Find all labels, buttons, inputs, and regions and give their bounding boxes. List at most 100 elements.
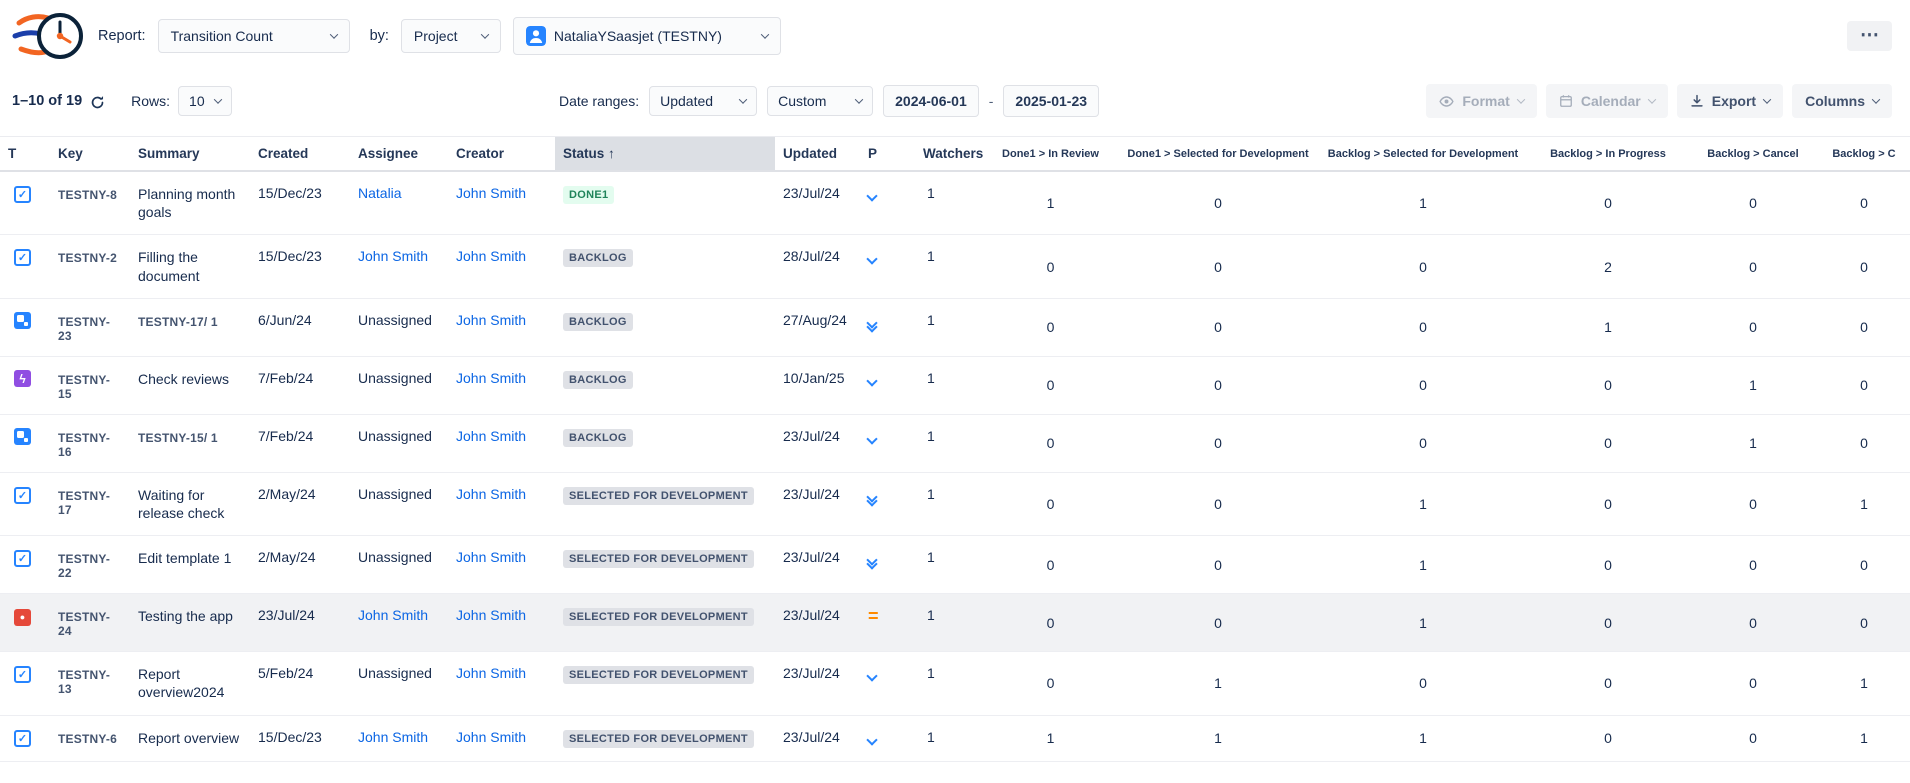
- transition-count: 1: [1318, 171, 1528, 235]
- priority-low-icon: [868, 253, 876, 263]
- status-badge: SELECTED FOR DEVELOPMENT: [563, 730, 754, 748]
- transition-count: 0: [1318, 298, 1528, 356]
- table-row[interactable]: ✓TESTNY-17Waiting for release check2/May…: [0, 472, 1910, 535]
- report-type-value: Transition Count: [171, 28, 273, 44]
- assignee-link[interactable]: John Smith: [350, 715, 448, 761]
- issue-key[interactable]: TESTNY-16: [50, 414, 130, 472]
- project-value: NataliaYSaasjet (TESTNY): [554, 28, 722, 44]
- priority-lowest-icon: [868, 317, 876, 331]
- table-row[interactable]: ✓TESTNY-13Report overview20245/Feb/24Una…: [0, 652, 1910, 715]
- column-header[interactable]: Creator: [448, 137, 555, 172]
- columns-button[interactable]: Columns: [1792, 84, 1892, 118]
- column-header[interactable]: Backlog > Selected for Development: [1318, 137, 1528, 172]
- creator-link[interactable]: John Smith: [448, 594, 555, 652]
- column-header[interactable]: Summary: [130, 137, 250, 172]
- issue-key[interactable]: TESTNY-17: [50, 472, 130, 535]
- column-header[interactable]: Done1 > In Review: [983, 137, 1118, 172]
- column-header[interactable]: Watchers: [915, 137, 983, 172]
- format-button[interactable]: Format: [1426, 84, 1536, 118]
- creator-link[interactable]: John Smith: [448, 235, 555, 298]
- column-header[interactable]: Backlog > C: [1818, 137, 1910, 172]
- table-row[interactable]: ✓TESTNY-2Filling the document15/Dec/23Jo…: [0, 235, 1910, 298]
- watchers-count: 1: [915, 652, 983, 715]
- sort-ascending-icon: ↑: [604, 146, 615, 161]
- table-row[interactable]: ✓TESTNY-6Report overview15/Dec/23John Sm…: [0, 715, 1910, 761]
- export-button[interactable]: Export: [1677, 84, 1783, 118]
- issue-key[interactable]: TESTNY-6: [50, 715, 130, 761]
- issue-type-task-icon: ✓: [14, 487, 31, 504]
- column-header[interactable]: Status ↑: [555, 137, 775, 172]
- issue-summary: TESTNY-15/ 1: [130, 414, 250, 472]
- assignee-link: Unassigned: [350, 472, 448, 535]
- chevron-down-icon: [1517, 95, 1525, 103]
- creator-link[interactable]: John Smith: [448, 715, 555, 761]
- creator-link[interactable]: John Smith: [448, 536, 555, 594]
- date-field-select[interactable]: Updated: [649, 86, 757, 116]
- table-row[interactable]: ✓TESTNY-8Planning month goals15/Dec/23Na…: [0, 171, 1910, 235]
- creator-link[interactable]: John Smith: [448, 652, 555, 715]
- issue-key[interactable]: TESTNY-22: [50, 536, 130, 594]
- table-row[interactable]: TESTNY-16TESTNY-15/ 17/Feb/24UnassignedJ…: [0, 414, 1910, 472]
- date-from-input[interactable]: 2024-06-01: [883, 85, 979, 117]
- creator-link[interactable]: John Smith: [448, 472, 555, 535]
- issue-key[interactable]: TESTNY-23: [50, 298, 130, 356]
- calendar-button[interactable]: Calendar: [1546, 84, 1668, 118]
- creator-link[interactable]: John Smith: [448, 171, 555, 235]
- table-row[interactable]: ●TESTNY-24Testing the app23/Jul/24John S…: [0, 594, 1910, 652]
- refresh-icon[interactable]: [90, 95, 105, 110]
- transition-count: 0: [983, 594, 1118, 652]
- assignee-link[interactable]: John Smith: [350, 594, 448, 652]
- transition-count: 0: [1318, 356, 1528, 414]
- date-mode-select[interactable]: Custom: [767, 86, 873, 116]
- column-header[interactable]: T: [0, 137, 50, 172]
- calendar-icon: [1559, 94, 1573, 108]
- more-options-button[interactable]: ⋯: [1847, 21, 1892, 51]
- report-type-select[interactable]: Transition Count: [158, 19, 350, 53]
- issue-summary: Report overview: [130, 715, 250, 761]
- creator-link[interactable]: John Smith: [448, 356, 555, 414]
- transition-count: 0: [1118, 171, 1318, 235]
- column-header[interactable]: Backlog > Cancel: [1688, 137, 1818, 172]
- chevron-down-icon: [329, 30, 337, 38]
- creator-link[interactable]: John Smith: [448, 298, 555, 356]
- transition-count: 1: [1818, 472, 1910, 535]
- column-header[interactable]: Created: [250, 137, 350, 172]
- chevron-down-icon: [739, 95, 747, 103]
- issue-key[interactable]: TESTNY-13: [50, 652, 130, 715]
- transition-count: 0: [983, 298, 1118, 356]
- transition-count: 0: [1688, 171, 1818, 235]
- transition-count: 0: [1528, 536, 1688, 594]
- transition-count: 0: [1118, 414, 1318, 472]
- column-header[interactable]: Key: [50, 137, 130, 172]
- issue-key[interactable]: TESTNY-24: [50, 594, 130, 652]
- watchers-count: 1: [915, 594, 983, 652]
- table-row[interactable]: TESTNY-23TESTNY-17/ 16/Jun/24UnassignedJ…: [0, 298, 1910, 356]
- transition-count: 0: [1688, 715, 1818, 761]
- assignee-link[interactable]: Natalia: [350, 171, 448, 235]
- assignee-link[interactable]: John Smith: [350, 235, 448, 298]
- transition-count: 0: [983, 652, 1118, 715]
- column-header[interactable]: Assignee: [350, 137, 448, 172]
- transition-count: 0: [1528, 715, 1688, 761]
- status-badge: DONE1: [563, 186, 614, 204]
- status-badge: BACKLOG: [563, 371, 633, 389]
- status-badge: SELECTED FOR DEVELOPMENT: [563, 666, 754, 684]
- table-row[interactable]: ϟTESTNY-15Check reviews7/Feb/24Unassigne…: [0, 356, 1910, 414]
- status-badge: SELECTED FOR DEVELOPMENT: [563, 550, 754, 568]
- column-header[interactable]: Updated: [775, 137, 860, 172]
- column-header[interactable]: Backlog > In Progress: [1528, 137, 1688, 172]
- column-header[interactable]: P: [860, 137, 915, 172]
- created-date: 7/Feb/24: [250, 356, 350, 414]
- project-select[interactable]: NataliaYSaasjet (TESTNY): [513, 17, 781, 55]
- issue-key[interactable]: TESTNY-2: [50, 235, 130, 298]
- rows-label: Rows:: [131, 93, 170, 109]
- transition-count: 0: [1688, 298, 1818, 356]
- issue-key[interactable]: TESTNY-15: [50, 356, 130, 414]
- creator-link[interactable]: John Smith: [448, 414, 555, 472]
- date-to-input[interactable]: 2025-01-23: [1003, 85, 1099, 117]
- column-header[interactable]: Done1 > Selected for Development: [1118, 137, 1318, 172]
- table-row[interactable]: ✓TESTNY-22Edit template 12/May/24Unassig…: [0, 536, 1910, 594]
- issue-key[interactable]: TESTNY-8: [50, 171, 130, 235]
- rows-per-page-select[interactable]: 10: [178, 86, 232, 116]
- group-by-select[interactable]: Project: [401, 19, 501, 53]
